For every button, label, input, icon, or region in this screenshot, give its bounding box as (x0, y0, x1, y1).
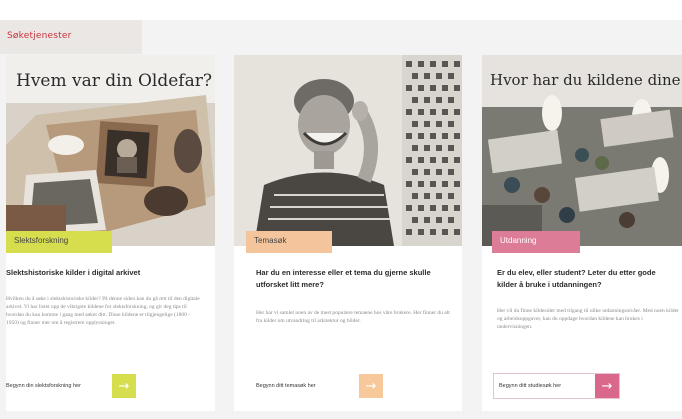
arrow-right-icon[interactable]: → (359, 374, 383, 398)
cta-link[interactable]: Begynn din slektsforskning her → (6, 373, 136, 399)
category-tag: Slektsforskning (6, 231, 112, 253)
card-utdanning: Hvor har du kildene dine fra? Utdanning … (482, 55, 682, 411)
card-body: Her vil du finne kildesider med tilgang … (497, 308, 679, 330)
top-bar (0, 0, 682, 20)
cta-link[interactable]: Begynn ditt studiesøk her → (493, 373, 620, 399)
cta-text[interactable]: Begynn ditt temasøk her (256, 383, 359, 389)
section-label: Søketjenester (0, 20, 142, 54)
arrow-right-icon[interactable]: → (595, 374, 619, 398)
card-title: Er du elev, eller student? Leter du ette… (497, 268, 656, 289)
card-body: Hvilken du å søke i slektshistoriske kil… (6, 296, 200, 326)
cta-link[interactable]: Begynn ditt temasøk her → (256, 373, 383, 399)
card-image-man-sweater (234, 55, 462, 246)
card-body: Her har vi samlet noen av de mest populæ… (256, 310, 450, 324)
card-headline: Hvor har du kildene dine fra? (490, 71, 682, 89)
card-headline: Hvem var din Oldefar? (16, 71, 212, 91)
card-title: Slektshistoriske kilder i digital arkive… (6, 268, 141, 277)
category-tag: Utdanning (492, 231, 580, 253)
cta-text[interactable]: Begynn din slektsforskning her (6, 383, 112, 389)
cta-text[interactable]: Begynn ditt studiesøk her (499, 383, 595, 389)
category-tag: Temasøk (246, 231, 332, 253)
card-slektsforskning: Hvem var din Oldefar? Slektsforskning Sl… (6, 55, 215, 411)
card-title: Har du en interesse eller et tema du gje… (256, 268, 431, 289)
page: Søketjenester Hvem var din Oldefar? Slek… (0, 0, 682, 419)
arrow-right-icon[interactable]: → (112, 374, 136, 398)
card-temasok: Temasøk Har du en interesse eller et tem… (234, 55, 462, 411)
